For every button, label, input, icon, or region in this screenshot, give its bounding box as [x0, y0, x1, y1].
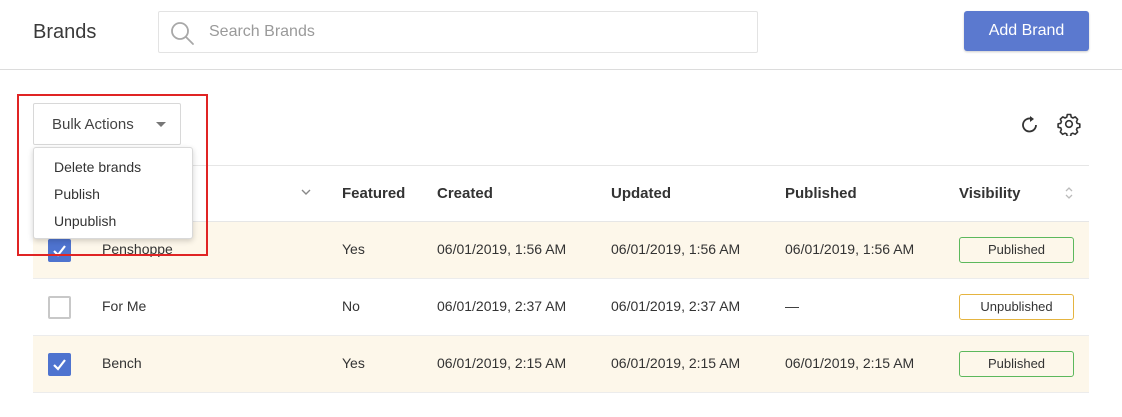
row-checkbox[interactable] [48, 296, 71, 319]
column-header-created[interactable]: Created [437, 185, 493, 202]
published-cell: — [785, 298, 799, 314]
published-cell: 06/01/2019, 1:56 AM [785, 241, 915, 257]
menu-item-publish[interactable]: Publish [34, 183, 192, 210]
created-cell: 06/01/2019, 2:37 AM [437, 298, 567, 314]
updated-cell: 06/01/2019, 1:56 AM [611, 241, 741, 257]
column-header-updated[interactable]: Updated [611, 185, 671, 202]
brand-name[interactable]: For Me [102, 298, 146, 314]
brand-name[interactable]: Bench [102, 355, 142, 371]
column-header-published[interactable]: Published [785, 185, 857, 202]
column-header-featured[interactable]: Featured [342, 185, 405, 202]
created-cell: 06/01/2019, 2:15 AM [437, 355, 567, 371]
search-input[interactable] [209, 12, 749, 52]
featured-cell: No [342, 298, 360, 314]
bulk-actions-label: Bulk Actions [52, 115, 134, 133]
add-brand-button[interactable]: Add Brand [964, 11, 1089, 51]
published-cell: 06/01/2019, 2:15 AM [785, 355, 915, 371]
status-badge: Unpublished [959, 294, 1074, 320]
brand-name[interactable]: Penshoppe [102, 241, 173, 257]
checkmark-icon [53, 359, 66, 371]
created-cell: 06/01/2019, 1:56 AM [437, 241, 567, 257]
table-row[interactable]: For Me No 06/01/2019, 2:37 AM 06/01/2019… [33, 279, 1089, 336]
chevron-down-icon[interactable] [301, 188, 311, 196]
search-icon [171, 22, 194, 45]
status-badge: Published [959, 237, 1074, 263]
row-checkbox[interactable] [48, 353, 71, 376]
sort-icon[interactable] [1064, 186, 1074, 200]
featured-cell: Yes [342, 241, 365, 257]
checkmark-icon [53, 245, 66, 257]
featured-cell: Yes [342, 355, 365, 371]
caret-down-icon [156, 122, 166, 127]
page-title: Brands [33, 21, 97, 43]
top-header: Brands Add Brand [0, 0, 1122, 70]
gear-icon[interactable] [1057, 112, 1081, 136]
updated-cell: 06/01/2019, 2:15 AM [611, 355, 741, 371]
updated-cell: 06/01/2019, 2:37 AM [611, 298, 741, 314]
menu-item-delete-brands[interactable]: Delete brands [34, 156, 192, 183]
menu-item-unpublish[interactable]: Unpublish [34, 210, 192, 237]
status-badge: Published [959, 351, 1074, 377]
row-checkbox[interactable] [48, 239, 71, 262]
bulk-actions-button[interactable]: Bulk Actions [33, 103, 181, 145]
column-header-visibility[interactable]: Visibility [959, 185, 1020, 202]
search-box[interactable] [158, 11, 758, 53]
table-row[interactable]: Bench Yes 06/01/2019, 2:15 AM 06/01/2019… [33, 336, 1089, 393]
bulk-actions-menu: Delete brands Publish Unpublish [33, 147, 193, 239]
refresh-icon[interactable] [1019, 114, 1041, 136]
